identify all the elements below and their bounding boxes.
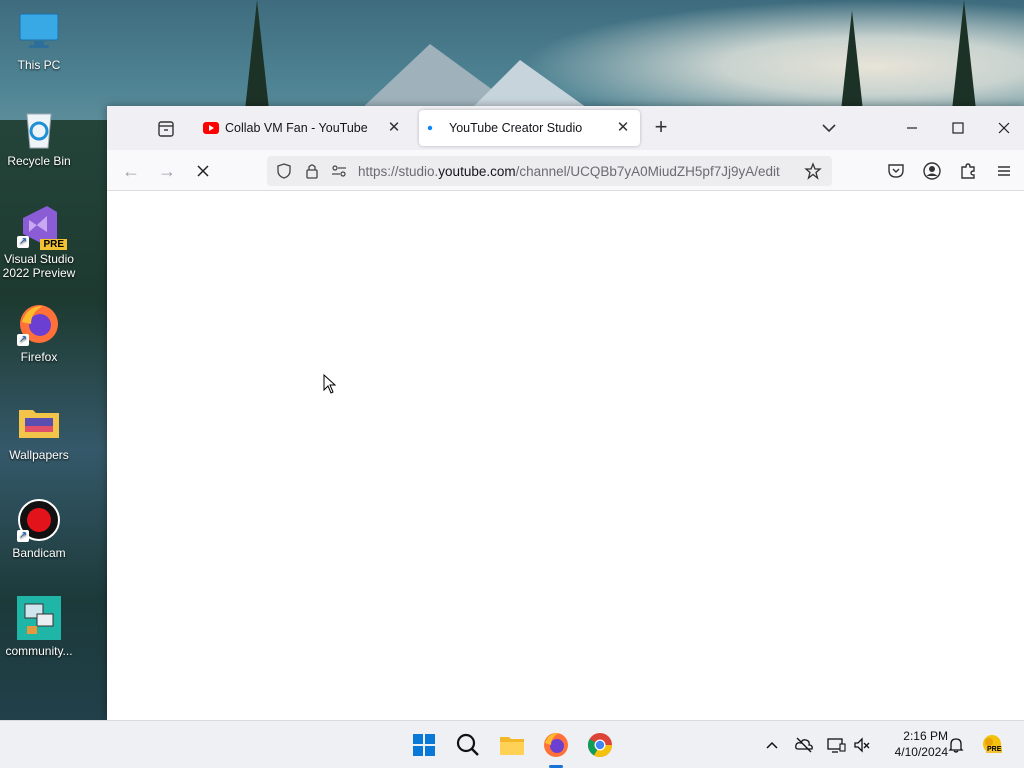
onedrive-offline-icon[interactable]	[794, 735, 814, 755]
desktop-icon-label: This PC	[17, 58, 61, 72]
url-domain: youtube.com	[438, 164, 516, 179]
file-explorer-icon[interactable]	[496, 729, 528, 761]
desktop-icon-bandicam[interactable]: ↗ Bandicam	[0, 498, 78, 560]
url-text[interactable]: https://studio.youtube.com/channel/UCQBb…	[358, 164, 798, 179]
tab-title: Collab VM Fan - YouTube	[225, 121, 368, 135]
firefox-icon: ↗	[17, 302, 61, 346]
firefox-view-icon[interactable]	[155, 118, 177, 140]
shortcut-arrow-icon: ↗	[17, 334, 29, 346]
permissions-icon[interactable]	[330, 162, 348, 180]
monitor-icon	[17, 10, 61, 54]
chrome-icon[interactable]	[584, 729, 616, 761]
stop-loading-button[interactable]	[190, 158, 216, 184]
navigation-toolbar: ← → https://studio.youtube.com/channel/U…	[107, 150, 1024, 191]
list-all-tabs-chevron-icon[interactable]	[819, 118, 839, 138]
new-tab-button[interactable]: +	[650, 116, 672, 139]
desktop-icon-community[interactable]: community...	[0, 596, 78, 658]
wallpaper-tree	[245, 0, 269, 110]
shortcut-arrow-icon: ↗	[17, 236, 29, 248]
visual-studio-icon: PRE ↗	[17, 204, 67, 250]
taskbar: 2:16 PM 4/10/2024 PRE	[0, 720, 1024, 768]
desktop-icon-visual-studio[interactable]: PRE ↗ Visual Studio 2022 Preview	[0, 204, 78, 280]
extensions-puzzle-icon[interactable]	[956, 159, 980, 183]
tab-youtube-creator-studio[interactable]: YouTube Creator Studio ✕	[419, 110, 640, 146]
recycle-bin-icon	[17, 106, 61, 150]
wallpaper-sky	[520, 0, 1024, 110]
windows-insider-preview-icon[interactable]: PRE	[980, 733, 1004, 757]
page-content[interactable]	[107, 191, 1024, 720]
pocket-icon[interactable]	[884, 159, 908, 183]
account-icon[interactable]	[920, 159, 944, 183]
tab-title: YouTube Creator Studio	[449, 121, 583, 135]
close-window-button[interactable]	[990, 114, 1018, 142]
desktop-icon-recycle-bin[interactable]: Recycle Bin	[0, 106, 78, 168]
system-clock[interactable]: 2:16 PM 4/10/2024	[878, 728, 948, 760]
wallpaper-tree	[952, 0, 976, 110]
back-button[interactable]: ←	[118, 158, 144, 184]
notifications-bell-icon[interactable]	[946, 735, 966, 755]
hamburger-menu-icon[interactable]	[992, 159, 1016, 183]
desktop-icon-label: community...	[5, 644, 73, 658]
url-prefix: https://studio.	[358, 164, 439, 179]
search-icon[interactable]	[452, 729, 484, 761]
desktop-icon-wallpapers[interactable]: Wallpapers	[0, 400, 78, 462]
record-icon: ↗	[17, 498, 61, 542]
show-hidden-icons-chevron-icon[interactable]	[762, 735, 782, 755]
shortcut-arrow-icon: ↗	[17, 530, 29, 542]
volume-muted-icon[interactable]	[852, 735, 872, 755]
youtube-icon	[203, 121, 219, 135]
network-display-icon[interactable]	[826, 735, 846, 755]
clock-time: 2:16 PM	[903, 729, 948, 743]
bookmark-star-icon[interactable]	[804, 162, 822, 180]
tracking-protection-shield-icon[interactable]	[275, 162, 293, 180]
forward-button[interactable]: →	[154, 158, 180, 184]
wallpaper-tree	[840, 10, 864, 120]
url-suffix: /channel/UCQBb7yA0MiudZH5pf7Jj9yA/edit	[515, 164, 780, 179]
tab-bar: Collab VM Fan - YouTube ✕ YouTube Creato…	[107, 106, 1024, 150]
firefox-icon[interactable]	[540, 729, 572, 761]
close-tab-icon[interactable]: ✕	[385, 119, 403, 137]
desktop-icon-label: Firefox	[20, 350, 58, 364]
mouse-cursor-icon	[323, 373, 337, 394]
wallpaper-mountain	[470, 60, 590, 110]
desktop-icon-label: Bandicam	[12, 546, 66, 560]
desktop-icon-label: Visual Studio 2022 Preview	[2, 252, 76, 280]
start-icon[interactable]	[408, 729, 440, 761]
desktop-icon-this-pc[interactable]: This PC	[0, 10, 78, 72]
firefox-window: Collab VM Fan - YouTube ✕ YouTube Creato…	[107, 106, 1024, 720]
network-computer-icon	[17, 596, 61, 640]
preview-badge: PRE	[40, 239, 67, 250]
desktop-icon-label: Wallpapers	[9, 448, 69, 462]
folder-icon	[17, 400, 61, 444]
preview-badge: PRE	[986, 746, 1003, 753]
tab-collab-vm-fan[interactable]: Collab VM Fan - YouTube ✕	[195, 110, 411, 146]
address-bar[interactable]: https://studio.youtube.com/channel/UCQBb…	[267, 156, 832, 186]
desktop-icon-label: Recycle Bin	[7, 154, 71, 168]
close-tab-icon[interactable]: ✕	[614, 119, 632, 137]
maximize-button[interactable]	[944, 114, 972, 142]
minimize-button[interactable]	[898, 114, 926, 142]
desktop-icon-firefox[interactable]: ↗ Firefox	[0, 302, 78, 364]
loading-dot-icon	[427, 121, 443, 135]
clock-date: 4/10/2024	[894, 745, 948, 759]
lock-icon[interactable]	[303, 162, 321, 180]
